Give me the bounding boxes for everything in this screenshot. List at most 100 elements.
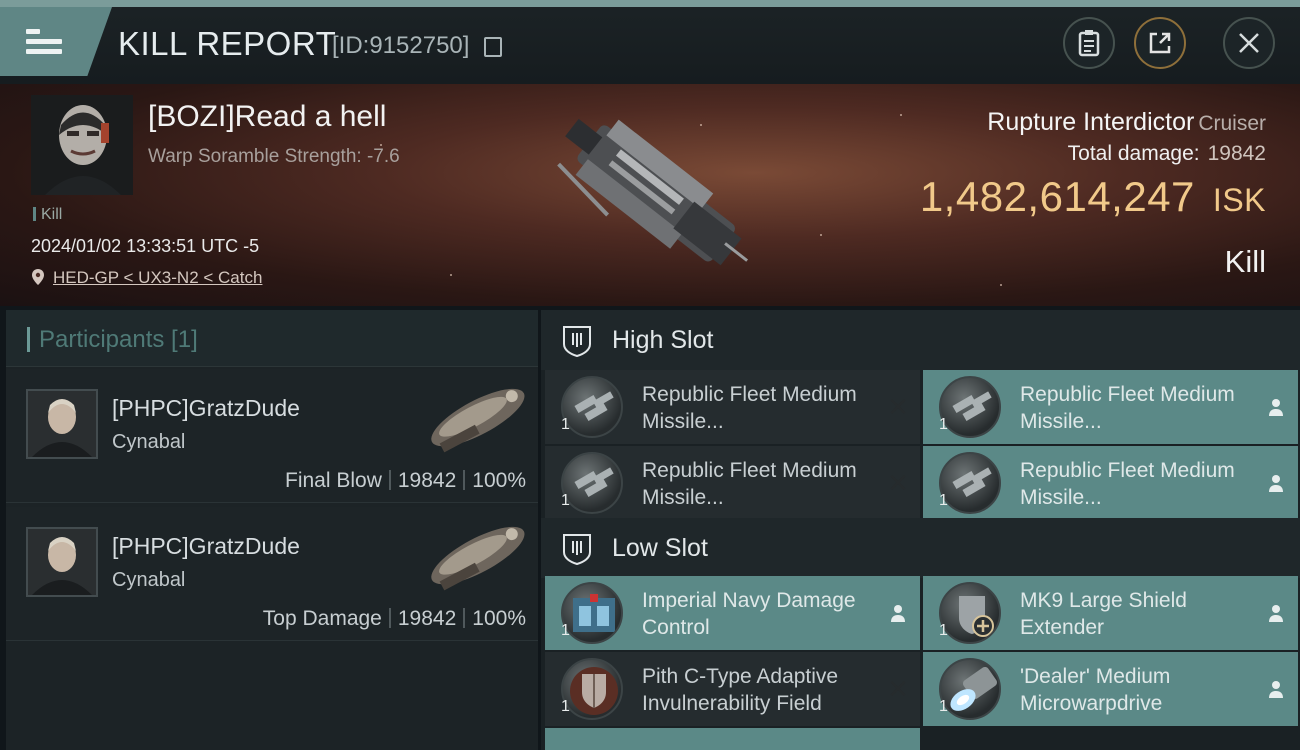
missile-launcher-icon (561, 452, 623, 514)
module-item[interactable]: 1 Republic Fleet Medium Missile... (923, 446, 1298, 520)
participant-percent: 100% (472, 469, 526, 492)
kill-datetime: 2024/01/02 13:33:51 UTC -5 (31, 236, 260, 256)
share-icon (1149, 32, 1171, 54)
participant-percent: 100% (472, 607, 526, 630)
share-button[interactable] (1134, 17, 1186, 69)
participant-row[interactable]: [PHPC]GratzDude Cynabal Final Blow 19842 1… (6, 369, 538, 503)
module-item[interactable]: 1 Pith C-Type Adaptive Invulnerability F… (545, 652, 920, 726)
menu-icon (26, 24, 62, 59)
total-damage-value: 19842 (1207, 142, 1266, 165)
participant-ship: Cynabal (112, 569, 186, 591)
victim-portrait[interactable] (31, 95, 133, 195)
close-icon (1239, 33, 1259, 53)
missile-launcher-icon (561, 376, 623, 438)
module-item-partial[interactable] (545, 728, 920, 750)
participant-ship-image[interactable] (418, 373, 536, 463)
victim-name[interactable]: [BOZI]Read a hell (148, 100, 386, 134)
module-name: 'Dealer' Medium Microwarpdrive (1020, 665, 1171, 715)
module-quantity: 1 (561, 622, 570, 639)
participants-panel: Participants [1] [PHPC]GratzDude Cynabal… (6, 310, 538, 750)
header-bar: KILL REPORT [ID:9152750] (0, 0, 1300, 84)
module-item[interactable]: 1 Imperial Navy Damage Control (545, 576, 920, 650)
dropped-person-icon (1264, 676, 1288, 702)
participant-stats: Final Blow 19842 100% (285, 469, 526, 493)
isk-value: 1,482,614,247 ISK (920, 173, 1266, 221)
participant-avatar[interactable] (26, 527, 98, 597)
high-slot-label: High Slot (612, 326, 714, 354)
participants-header: Participants [1] (6, 310, 538, 367)
participants-title: Participants [1] (39, 326, 198, 353)
participant-stats: Top Damage 19842 100% (263, 607, 526, 631)
victim-banner: [BOZI]Read a hell Warp Soramble Strength… (0, 84, 1300, 306)
module-name: Republic Fleet Medium Missile... (642, 459, 857, 509)
kill-location[interactable]: HED-GP < UX3-N2 < Catch (31, 268, 262, 288)
victim-ship-image[interactable] (540, 90, 770, 300)
microwarpdrive-icon (939, 658, 1001, 720)
victim-ship-type[interactable]: Rupture Interdictor Cruiser (987, 108, 1266, 137)
module-quantity: 1 (939, 416, 948, 433)
location-pin-icon (32, 269, 44, 285)
module-name: Republic Fleet Medium Missile... (1020, 383, 1235, 433)
low-slot-label: Low Slot (612, 534, 708, 562)
dropped-person-icon (886, 600, 910, 626)
clipboard-icon (1078, 30, 1100, 57)
low-slot-header: Low Slot (541, 518, 1300, 578)
module-item[interactable]: 1 Republic Fleet Medium Missile... ✕ (545, 446, 920, 520)
shield-extender-icon (939, 582, 1001, 644)
fitting-panel: High Slot 1 Republic Fleet Medium Missil… (541, 310, 1300, 750)
clipboard-button[interactable] (1063, 17, 1115, 69)
copy-icon[interactable] (484, 37, 502, 57)
kill-result: Kill (1224, 244, 1266, 279)
module-quantity: 1 (939, 492, 948, 509)
ship-name: Rupture Interdictor (987, 108, 1195, 136)
total-damage: Total damage: 19842 (1068, 142, 1266, 166)
module-item[interactable]: 1 MK9 Large Shield Extender (923, 576, 1298, 650)
scramble-strength: Warp Soramble Strength: -7.6 (148, 146, 400, 167)
participant-damage: 19842 (397, 469, 457, 492)
destroyed-icon: ✕ (887, 392, 909, 422)
missile-launcher-icon (939, 452, 1001, 514)
total-damage-label: Total damage: (1067, 142, 1200, 165)
module-name: Imperial Navy Damage Control (642, 589, 856, 639)
ship-class: Cruiser (1198, 112, 1266, 135)
isk-unit: ISK (1212, 182, 1266, 218)
module-quantity: 1 (939, 698, 948, 715)
module-item[interactable]: 1 'Dealer' Medium Microwarpdrive (923, 652, 1298, 726)
module-item[interactable]: 1 Republic Fleet Medium Missile... (923, 370, 1298, 444)
module-quantity: 1 (561, 416, 570, 433)
participant-role: Final Blow (285, 469, 382, 492)
participant-ship: Cynabal (112, 431, 186, 453)
module-item[interactable]: 1 Republic Fleet Medium Missile... ✕ (545, 370, 920, 444)
module-quantity: 1 (561, 492, 570, 509)
module-name: Pith C-Type Adaptive Invulnerability Fie… (642, 665, 839, 715)
dropped-person-icon (1264, 394, 1288, 420)
destroyed-icon: ✕ (887, 468, 909, 498)
module-quantity: 1 (561, 698, 570, 715)
close-button[interactable] (1223, 17, 1275, 69)
participant-avatar[interactable] (26, 389, 98, 459)
module-name: MK9 Large Shield Extender (1020, 589, 1187, 639)
participant-damage: 19842 (397, 607, 457, 630)
isk-amount: 1,482,614,247 (919, 173, 1195, 220)
kill-tag: Kill (33, 206, 62, 224)
participant-ship-image[interactable] (418, 511, 536, 601)
participant-name[interactable]: [PHPC]GratzDude (112, 395, 300, 422)
kill-id: [ID:9152750] (332, 32, 470, 59)
header-accent-line (0, 0, 1300, 7)
module-name: Republic Fleet Medium Missile... (1020, 459, 1235, 509)
invulnerability-field-icon (561, 658, 623, 720)
dropped-person-icon (1264, 470, 1288, 496)
participant-role: Top Damage (262, 607, 382, 630)
damage-control-icon (561, 582, 623, 644)
location-link[interactable]: HED-GP < UX3-N2 < Catch (53, 268, 262, 287)
missile-launcher-icon (939, 376, 1001, 438)
page-title: KILL REPORT (118, 25, 337, 62)
low-slot-icon (563, 534, 591, 566)
participant-name[interactable]: [PHPC]GratzDude (112, 533, 300, 560)
high-slot-header: High Slot (541, 310, 1300, 370)
dropped-person-icon (1264, 600, 1288, 626)
participant-row[interactable]: [PHPC]GratzDude Cynabal Top Damage 19842 1… (6, 507, 538, 641)
menu-button[interactable] (0, 7, 112, 76)
module-name: Republic Fleet Medium Missile... (642, 383, 857, 433)
destroyed-icon: ✕ (887, 674, 909, 704)
